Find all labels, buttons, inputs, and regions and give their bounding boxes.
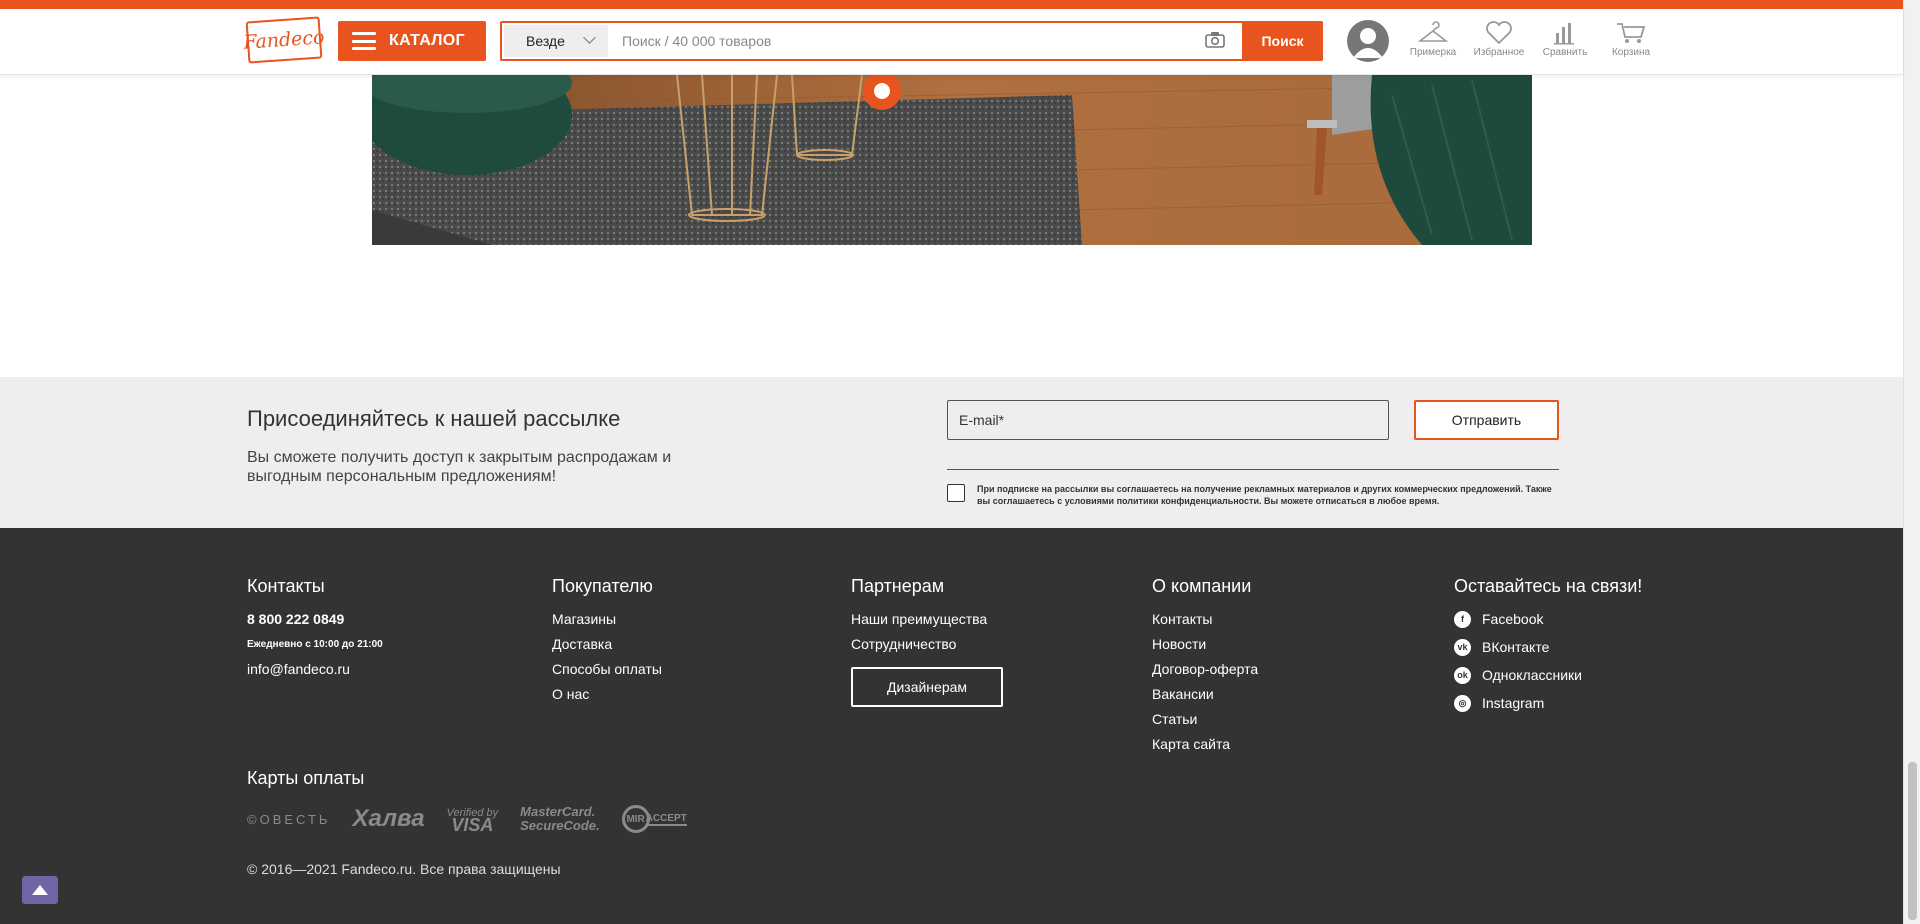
footer-link-advantages[interactable]: Наши преимущества [851, 611, 1003, 628]
payment-cards-title: Карты оплаты [247, 768, 365, 788]
cart-icon [1617, 23, 1646, 43]
scrollbar-thumb[interactable] [1908, 762, 1917, 920]
footer-link-sitemap[interactable]: Карта сайта [1152, 736, 1258, 753]
top-accent-strip [0, 0, 1903, 9]
verified-by-visa-logo: Verified by VISA [446, 807, 499, 835]
catalog-button[interactable]: КАТАЛОГ [338, 21, 486, 61]
heart-icon [1486, 21, 1512, 45]
designers-button[interactable]: Дизайнерам [851, 667, 1003, 707]
newsletter-section: Присоединяйтесь к нашей рассылке Вы смож… [0, 377, 1903, 528]
phone-link[interactable]: 8 800 222 0849 [247, 611, 383, 628]
payment-logos: ©ОВЕСТЬ Халва Verified by VISA MasterCar… [247, 799, 709, 839]
search-scope-select[interactable]: Везде [504, 25, 608, 57]
search-button[interactable]: Поиск [1242, 21, 1323, 61]
copyright: © 2016—2021 Fandeco.ru. Все права защище… [247, 861, 561, 877]
instagram-icon: ◎ [1454, 695, 1471, 712]
arrow-up-icon [32, 885, 48, 895]
footer-buyer: Покупателю Магазины Доставка Способы опл… [552, 576, 662, 703]
site-header: Fandeco КАТАЛОГ Везде Поиск Примерка [0, 9, 1903, 75]
sovest-logo: ©ОВЕСТЬ [247, 811, 331, 827]
footer-link-contacts[interactable]: Контакты [1152, 611, 1258, 628]
header-fitting-link[interactable]: Примерка [1403, 21, 1463, 58]
social-link-facebook[interactable]: f Facebook [1454, 611, 1642, 628]
mir-accept-logo: MIR ACCEPT [621, 805, 687, 833]
interior-banner-image[interactable] [372, 75, 1532, 245]
social-link-instagram[interactable]: ◎ Instagram [1454, 695, 1642, 712]
scroll-to-top-button[interactable] [22, 876, 58, 904]
search-input[interactable] [622, 26, 1162, 56]
camera-icon[interactable] [1205, 31, 1225, 48]
chevron-down-icon [583, 31, 596, 44]
header-compare-link[interactable]: Сравнить [1535, 21, 1595, 58]
footer-social: Оставайтесь на связи! f Facebook vk ВКон… [1454, 576, 1643, 712]
footer-company: О компании Контакты Новости Договор-офер… [1152, 576, 1259, 753]
footer-link-offer[interactable]: Договор-оферта [1152, 661, 1258, 678]
footer-link-cooperation[interactable]: Сотрудничество [851, 636, 1003, 653]
social-link-odnoklassniki[interactable]: ok Одноклассники [1454, 667, 1642, 684]
footer-link-about[interactable]: О нас [552, 686, 662, 703]
search-bar: Везде Поиск [500, 21, 1323, 61]
email-field[interactable] [947, 400, 1389, 440]
footer-link-vacancies[interactable]: Вакансии [1152, 686, 1258, 703]
facebook-icon: f [1454, 611, 1471, 628]
halva-logo: Халва [352, 805, 425, 832]
fandeco-logo[interactable]: Fandeco [243, 16, 325, 64]
menu-icon [352, 32, 376, 50]
footer-link-articles[interactable]: Статьи [1152, 711, 1258, 728]
agreement-checkbox[interactable] [947, 484, 965, 502]
page-scrollbar[interactable] [1903, 0, 1920, 924]
footer-partners: Партнерам Наши преимущества Сотрудничест… [851, 576, 1003, 715]
newsletter-description: Вы сможете получить доступ к закрытым ра… [247, 449, 672, 485]
footer-link-payment-methods[interactable]: Способы оплаты [552, 661, 662, 678]
footer-link-delivery[interactable]: Доставка [552, 636, 662, 653]
newsletter-divider [947, 469, 1559, 470]
vk-icon: vk [1454, 639, 1471, 656]
site-footer: Контакты 8 800 222 0849 Ежедневно с 10:0… [0, 528, 1903, 924]
working-hours: Ежедневно с 10:00 до 21:00 [247, 639, 383, 650]
social-link-vk[interactable]: vk ВКонтакте [1454, 639, 1642, 656]
user-account-icon[interactable] [1347, 20, 1389, 62]
hanger-icon [1418, 21, 1448, 42]
email-link[interactable]: info@fandeco.ru [247, 661, 383, 678]
footer-link-news[interactable]: Новости [1152, 636, 1258, 653]
subscribe-button[interactable]: Отправить [1414, 400, 1559, 440]
agreement-text: При подписке на рассылки вы соглашаетесь… [977, 484, 1552, 506]
odnoklassniki-icon: ok [1454, 667, 1471, 684]
mastercard-securecode-logo: MasterCard. SecureCode. [520, 804, 600, 833]
footer-link-stores[interactable]: Магазины [552, 611, 662, 628]
header-favorites-link[interactable]: Избранное [1469, 21, 1529, 58]
footer-contacts: Контакты 8 800 222 0849 Ежедневно с 10:0… [247, 576, 383, 678]
newsletter-title: Присоединяйтесь к нашей рассылке [247, 406, 621, 431]
header-cart-link[interactable]: Корзина [1601, 21, 1661, 58]
compare-icon [1554, 23, 1574, 45]
